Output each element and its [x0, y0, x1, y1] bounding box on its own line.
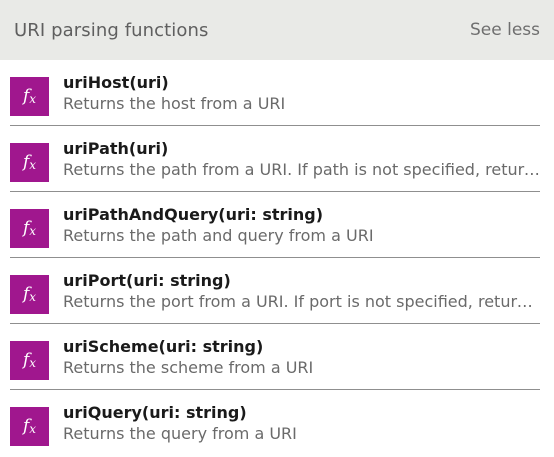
fx-function-icon: fx: [10, 77, 49, 116]
function-description: Returns the port from a URI. If port is …: [63, 292, 540, 311]
function-description: Returns the query from a URI: [63, 424, 297, 443]
fx-function-icon: fx: [10, 275, 49, 314]
fx-function-icon: fx: [10, 209, 49, 248]
function-text: uriScheme(uri: string) Returns the schem…: [63, 337, 540, 379]
function-text: uriHost(uri) Returns the host from a URI: [63, 73, 540, 115]
function-name: uriHost(uri): [63, 73, 169, 92]
section-header: URI parsing functions See less: [0, 0, 554, 60]
function-description: Returns the path and query from a URI: [63, 226, 374, 245]
fx-function-icon: fx: [10, 143, 49, 182]
fx-function-icon: fx: [10, 341, 49, 380]
function-name: uriPathAndQuery(uri: string): [63, 205, 324, 224]
function-list: fx uriHost(uri) Returns the host from a …: [0, 60, 554, 456]
function-text: uriPath(uri) Returns the path from a URI…: [63, 139, 540, 181]
function-name: uriPort(uri: string): [63, 271, 231, 290]
see-less-link[interactable]: See less: [470, 20, 540, 40]
function-item-uriport[interactable]: fx uriPort(uri: string) Returns the port…: [10, 258, 540, 324]
function-description: Returns the path from a URI. If path is …: [63, 160, 540, 179]
function-item-uripath[interactable]: fx uriPath(uri) Returns the path from a …: [10, 126, 540, 192]
function-name: uriPath(uri): [63, 139, 169, 158]
function-text: uriQuery(uri: string) Returns the query …: [63, 403, 540, 445]
function-name: uriScheme(uri: string): [63, 337, 264, 356]
function-item-urischeme[interactable]: fx uriScheme(uri: string) Returns the sc…: [10, 324, 540, 390]
function-description: Returns the scheme from a URI: [63, 358, 314, 377]
function-name: uriQuery(uri: string): [63, 403, 247, 422]
uri-parsing-functions-panel: URI parsing functions See less fx uriHos…: [0, 0, 554, 457]
function-item-uriquery[interactable]: fx uriQuery(uri: string) Returns the que…: [10, 390, 540, 456]
function-text: uriPort(uri: string) Returns the port fr…: [63, 271, 540, 313]
fx-function-icon: fx: [10, 407, 49, 446]
function-description: Returns the host from a URI: [63, 94, 286, 113]
function-item-uripathandquery[interactable]: fx uriPathAndQuery(uri: string) Returns …: [10, 192, 540, 258]
function-item-urihost[interactable]: fx uriHost(uri) Returns the host from a …: [10, 60, 540, 126]
function-text: uriPathAndQuery(uri: string) Returns the…: [63, 205, 540, 247]
section-title: URI parsing functions: [14, 19, 209, 41]
